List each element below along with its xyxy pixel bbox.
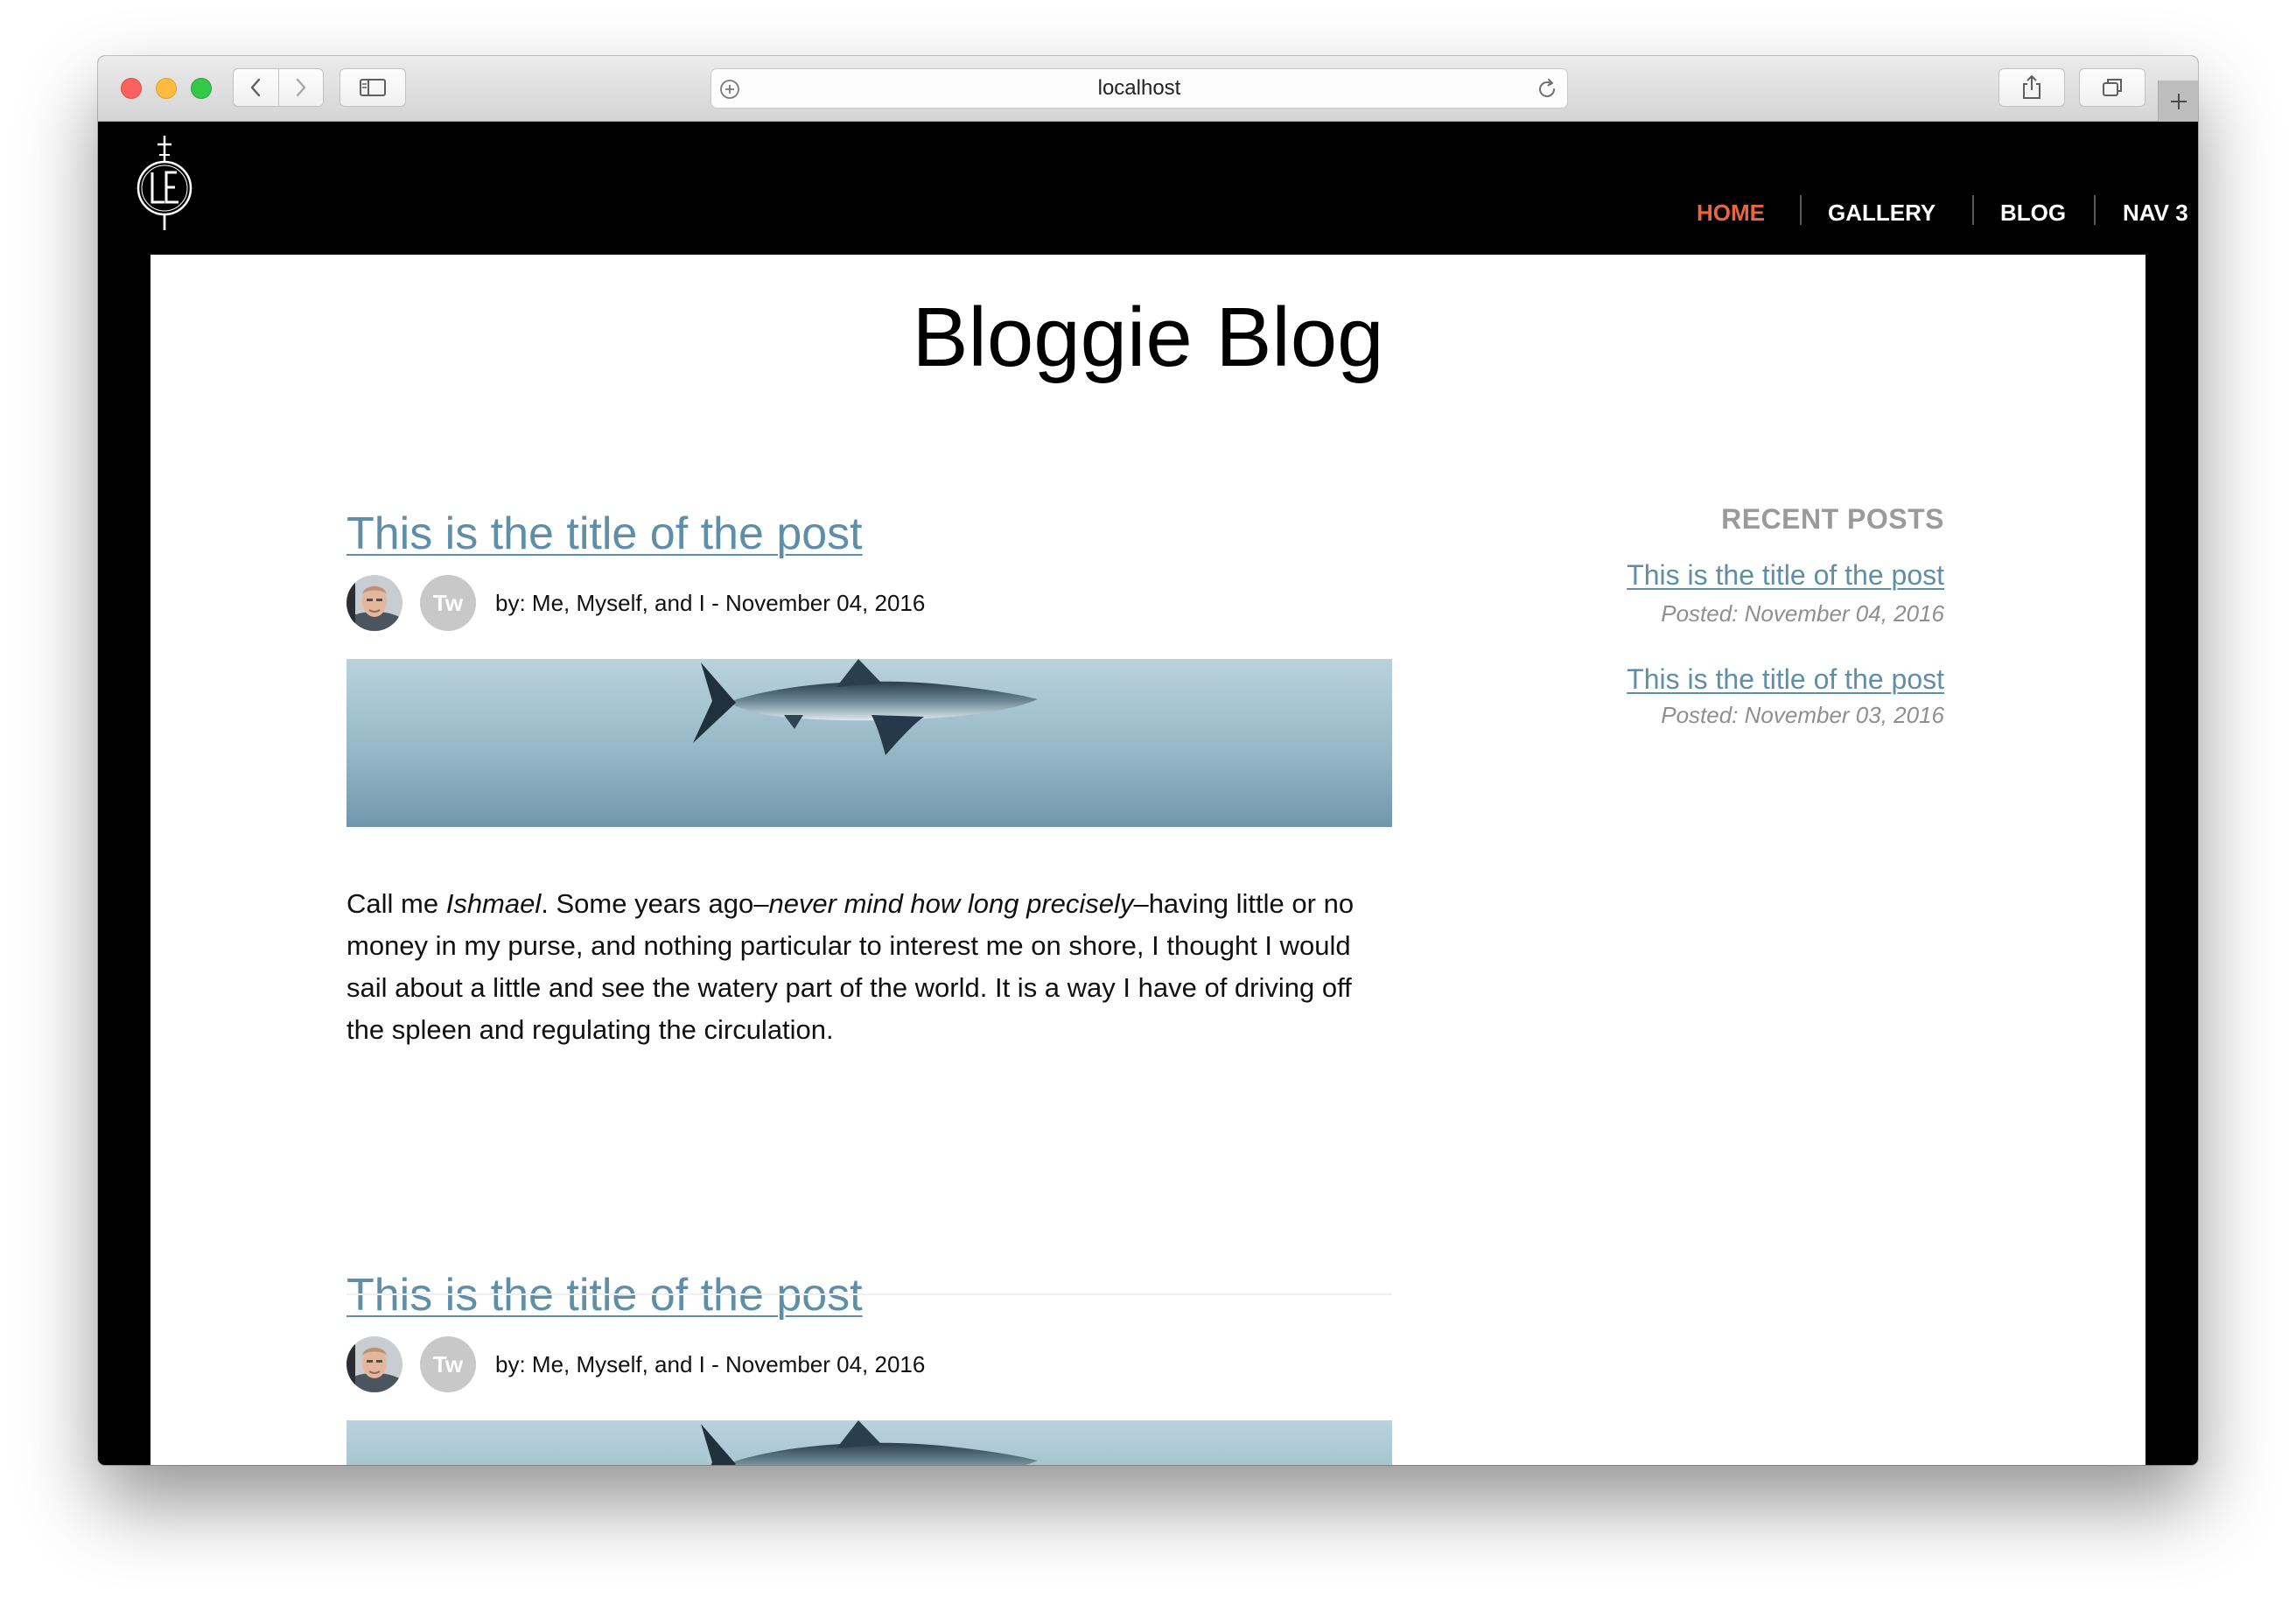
browser-window: localhost HOME GALLERY BLOG NAV 3 Bloggi… [98, 56, 2198, 1465]
chevron-right-icon [296, 78, 305, 97]
address-bar[interactable]: localhost [710, 68, 1568, 109]
new-tab-button[interactable] [2158, 81, 2198, 122]
back-button[interactable] [234, 69, 279, 106]
plus-icon [2170, 93, 2187, 109]
minimize-window-button[interactable] [156, 78, 177, 99]
author-avatar[interactable] [346, 1336, 402, 1392]
address-url: localhost [1097, 76, 1181, 100]
show-sidebar-button[interactable] [340, 68, 406, 107]
recent-post-link[interactable]: This is the title of the post [1627, 662, 1944, 697]
history-nav-group [233, 68, 324, 107]
share-button[interactable] [1998, 68, 2065, 107]
nav-separator [1972, 195, 1974, 225]
chevron-left-icon [251, 78, 261, 97]
author-avatar[interactable] [346, 575, 402, 631]
twitter-badge-icon[interactable]: Tw [420, 575, 476, 631]
post-excerpt: Call me Ishmael. Some years ago–never mi… [346, 888, 1354, 1045]
post-byline: by: Me, Myself, and I - November 04, 201… [495, 590, 926, 616]
tabs-overview-icon [2103, 79, 2122, 96]
post-byline: by: Me, Myself, and I - November 04, 201… [495, 1351, 926, 1377]
content-panel: Bloggie Blog This is the title of the po… [150, 255, 2146, 1465]
site-logo-icon[interactable] [133, 134, 196, 232]
recent-post-link[interactable]: This is the title of the post [1627, 557, 1944, 592]
nav-home[interactable]: HOME [1697, 197, 1765, 228]
post-banner-image [346, 659, 1392, 827]
nav-gallery[interactable]: GALLERY [1828, 197, 1936, 228]
recent-post-date: Posted: November 04, 2016 [1661, 600, 1944, 627]
post-divider [346, 1293, 1392, 1295]
nav-separator [2094, 195, 2096, 225]
browser-toolbar: localhost [98, 56, 2198, 122]
web-page: HOME GALLERY BLOG NAV 3 Bloggie Blog Thi… [98, 122, 2198, 1465]
close-window-button[interactable] [121, 78, 142, 99]
post-title-link[interactable]: This is the title of the post [346, 1268, 863, 1322]
show-all-tabs-button[interactable] [2079, 68, 2146, 107]
recent-posts-heading: RECENT POSTS [1721, 503, 1944, 535]
post-title-link[interactable]: This is the title of the post [346, 507, 863, 561]
forward-button[interactable] [279, 69, 324, 106]
twitter-badge-icon[interactable]: Tw [420, 1336, 476, 1392]
recent-post-date: Posted: November 03, 2016 [1661, 702, 1944, 728]
nav-separator [1800, 195, 1802, 225]
reload-icon[interactable] [1532, 74, 1562, 104]
nav-blog[interactable]: BLOG [2000, 197, 2066, 228]
nav-3[interactable]: NAV 3 [2123, 197, 2188, 228]
sidebar-icon [360, 79, 386, 96]
fullscreen-window-button[interactable] [191, 78, 212, 99]
share-icon [2023, 74, 2040, 99]
post-banner-image [346, 1420, 1392, 1465]
blog-title: Bloggie Blog [912, 291, 1384, 384]
